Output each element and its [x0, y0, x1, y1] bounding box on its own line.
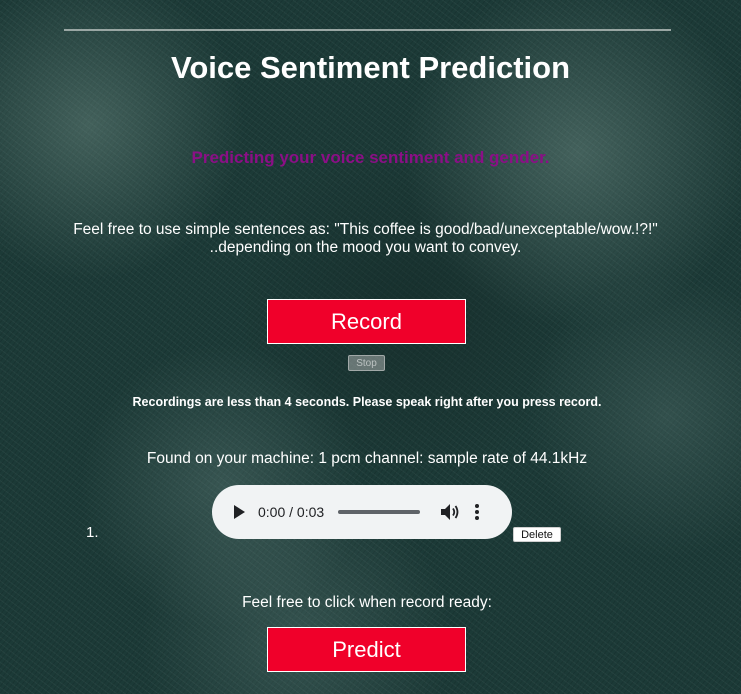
machine-info: Found on your machine: 1 pcm channel: sa… — [146, 450, 588, 467]
more-vert-icon[interactable] — [474, 504, 480, 520]
volume-icon[interactable] — [440, 503, 460, 521]
predict-button[interactable]: Predict — [267, 627, 466, 672]
usage-hint-line-1: Feel free to use simple sentences as: "T… — [73, 221, 658, 238]
stop-button[interactable]: Stop — [348, 355, 385, 371]
page-title: Voice Sentiment Prediction — [170, 50, 571, 85]
playback-progress-bar[interactable] — [338, 510, 421, 514]
top-divider — [64, 29, 671, 31]
record-button[interactable]: Record — [267, 299, 466, 344]
delete-button[interactable]: Delete — [513, 527, 561, 542]
usage-hint-line-2: ..depending on the mood you want to conv… — [209, 239, 522, 256]
recording-index: 1. — [86, 524, 99, 541]
usage-hint: Feel free to use simple sentences as: "T… — [0, 221, 731, 257]
predict-prompt: Feel free to click when record ready: — [242, 594, 492, 611]
play-icon[interactable] — [232, 505, 246, 519]
recording-note: Recordings are less than 4 seconds. Plea… — [132, 395, 602, 409]
page-subtitle: Predicting your voice sentiment and gend… — [191, 148, 550, 167]
audio-player[interactable]: 0:00 / 0:03 — [212, 485, 512, 539]
playback-time: 0:00 / 0:03 — [258, 504, 325, 520]
